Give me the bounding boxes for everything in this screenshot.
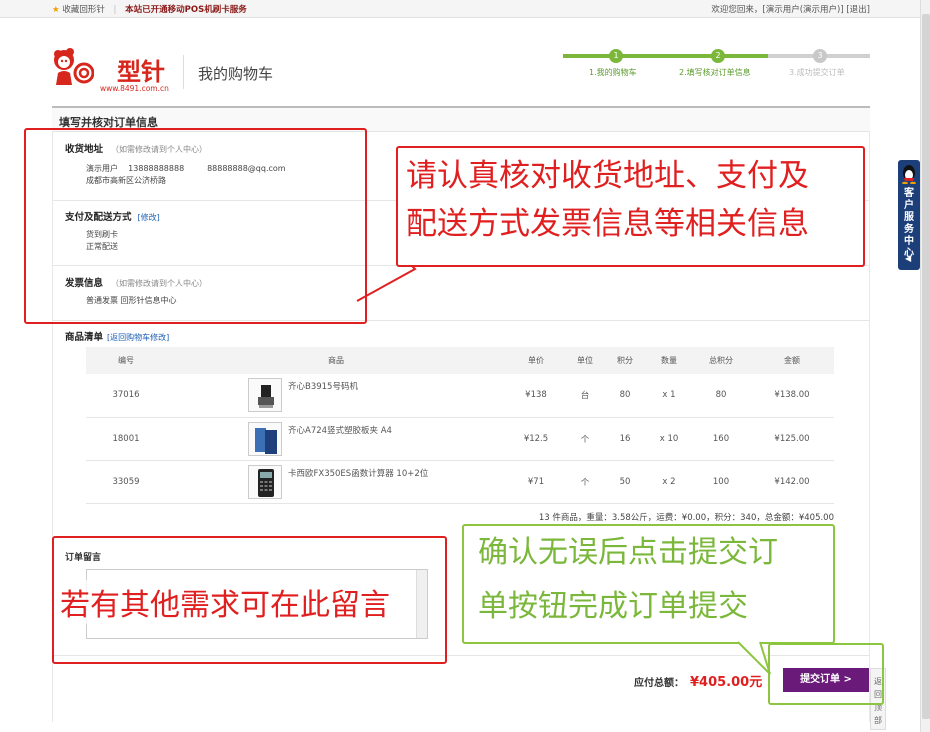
welcome-text[interactable]: 欢迎您回来，[演示用户(演示用户)] [退出] [711, 3, 870, 15]
product-name-link[interactable]: 卡西欧FX350ES函数计算器 10+2位 [288, 469, 428, 479]
product-thumbnail[interactable] [248, 378, 282, 412]
step-3-dot: 3 [813, 49, 827, 63]
table-row: 37016 齐心B3915号码机 ¥138 台 80 x 1 80 ¥138.0… [86, 374, 834, 418]
item-quantity: x 10 [646, 417, 692, 461]
item-points: 80 [604, 374, 646, 418]
item-amount: ¥138.00 [750, 374, 834, 418]
item-amount: ¥125.00 [750, 417, 834, 461]
annotation-check-line1: 请认真核对收货地址、支付及 [406, 158, 809, 194]
collapse-arrow-icon: ◀ [905, 254, 912, 263]
step-3-label: 3.成功提交订单 [789, 68, 845, 77]
annotation-submit-line1: 确认无误后点击提交订 [478, 535, 778, 570]
step-2-dot: 2 [711, 49, 725, 63]
annotation-box-info [24, 128, 367, 324]
customer-service-label: 客户服务中心 [904, 188, 914, 259]
logo-divider [183, 55, 184, 89]
table-row: 18001 齐心A724竖式塑胶板夹 A4 ¥12.5 个 16 x 10 16… [86, 417, 834, 461]
back-to-cart-link[interactable]: [返回购物车修改] [107, 333, 169, 342]
order-steps: 1 2 3 1.我的购物车 2.填写核对订单信息 3.成功提交订单 [563, 46, 870, 86]
item-id: 18001 [86, 417, 166, 461]
annotation-box-submit [768, 643, 884, 705]
annotation-check-info: 请认真核对收货地址、支付及 配送方式发票信息等相关信息 [396, 146, 865, 267]
column-header: 数量 [646, 347, 692, 374]
item-id: 37016 [86, 374, 166, 418]
divider: | [113, 5, 117, 15]
monkey-logo-icon[interactable] [50, 47, 94, 87]
goods-heading: 商品清单 [返回购物车修改] [65, 329, 169, 343]
item-product: 卡西欧FX350ES函数计算器 10+2位 [166, 460, 506, 504]
step-1-label: 1.我的购物车 [589, 68, 637, 77]
item-quantity: x 1 [646, 374, 692, 418]
logo-url: www.8491.com.cn [100, 84, 169, 93]
item-total-points: 100 [692, 460, 750, 504]
item-price: ¥71 [506, 460, 566, 504]
annotation-check-line2: 配送方式发票信息等相关信息 [406, 206, 809, 242]
goods-title: 商品清单 [65, 332, 104, 343]
customer-service-tab[interactable]: 客户服务中心 ◀ [898, 160, 920, 270]
item-unit: 台 [566, 374, 604, 418]
favorite-link[interactable]: 收藏回形针 [62, 5, 105, 15]
column-header: 单位 [566, 347, 604, 374]
item-product: 齐心B3915号码机 [166, 374, 506, 418]
annotation-remark-note: 若有其他需求可在此留言 [60, 580, 390, 624]
product-name-link[interactable]: 齐心B3915号码机 [288, 382, 358, 392]
column-header: 积分 [604, 347, 646, 374]
item-unit: 个 [566, 460, 604, 504]
item-price: ¥12.5 [506, 417, 566, 461]
step-2-label: 2.填写核对订单信息 [679, 68, 751, 77]
item-id: 33059 [86, 460, 166, 504]
total-label: 应付总额： [634, 678, 684, 689]
star-icon: ★ [52, 5, 60, 15]
top-bar: ★ 收藏回形针 | 本站已开通移动POS机刷卡服务 欢迎您回来，[演示用户(演示… [0, 0, 930, 18]
table-header-row: 编号 商品 单价 单位 积分 数量 总积分 金额 [86, 347, 834, 374]
annotation-submit-hint: 确认无误后点击提交订 单按钮完成订单提交 [462, 524, 835, 644]
goods-table: 编号 商品 单价 单位 积分 数量 总积分 金额 37016 齐心B3915号码… [86, 347, 834, 504]
order-summary: 13 件商品，重量：3.58公斤，运费：¥0.00，积分：340，总金额：¥40… [538, 513, 834, 523]
column-header: 单价 [506, 347, 566, 374]
product-thumbnail[interactable] [248, 464, 282, 499]
item-unit: 个 [566, 417, 604, 461]
qq-penguin-icon [902, 165, 916, 184]
item-amount: ¥142.00 [750, 460, 834, 504]
table-row: 33059 卡西欧FX350ES函数计算器 10+2位 ¥71 个 50 x 2… [86, 460, 834, 504]
top-bar-left: ★ 收藏回形针 | 本站已开通移动POS机刷卡服务 [52, 3, 247, 15]
logo-text[interactable]: 型针 [117, 52, 165, 87]
annotation-submit-line2: 单按钮完成订单提交 [478, 589, 748, 624]
page-scrollbar[interactable] [920, 0, 930, 732]
column-header: 金额 [750, 347, 834, 374]
step-progress-done [563, 54, 768, 58]
item-points: 50 [604, 460, 646, 504]
promo-text[interactable]: 本站已开通移动POS机刷卡服务 [125, 5, 247, 15]
column-header: 编号 [86, 347, 166, 374]
item-total-points: 80 [692, 374, 750, 418]
item-product: 齐心A724竖式塑胶板夹 A4 [166, 417, 506, 461]
page-title: 我的购物车 [198, 65, 274, 83]
column-header: 总积分 [692, 347, 750, 374]
item-price: ¥138 [506, 374, 566, 418]
item-quantity: x 2 [646, 460, 692, 504]
scrollbar-thumb[interactable] [922, 14, 930, 719]
item-total-points: 160 [692, 417, 750, 461]
item-points: 16 [604, 417, 646, 461]
step-1-dot: 1 [609, 49, 623, 63]
product-name-link[interactable]: 齐心A724竖式塑胶板夹 A4 [288, 426, 392, 436]
product-thumbnail[interactable] [248, 421, 282, 456]
column-header: 商品 [166, 347, 506, 374]
